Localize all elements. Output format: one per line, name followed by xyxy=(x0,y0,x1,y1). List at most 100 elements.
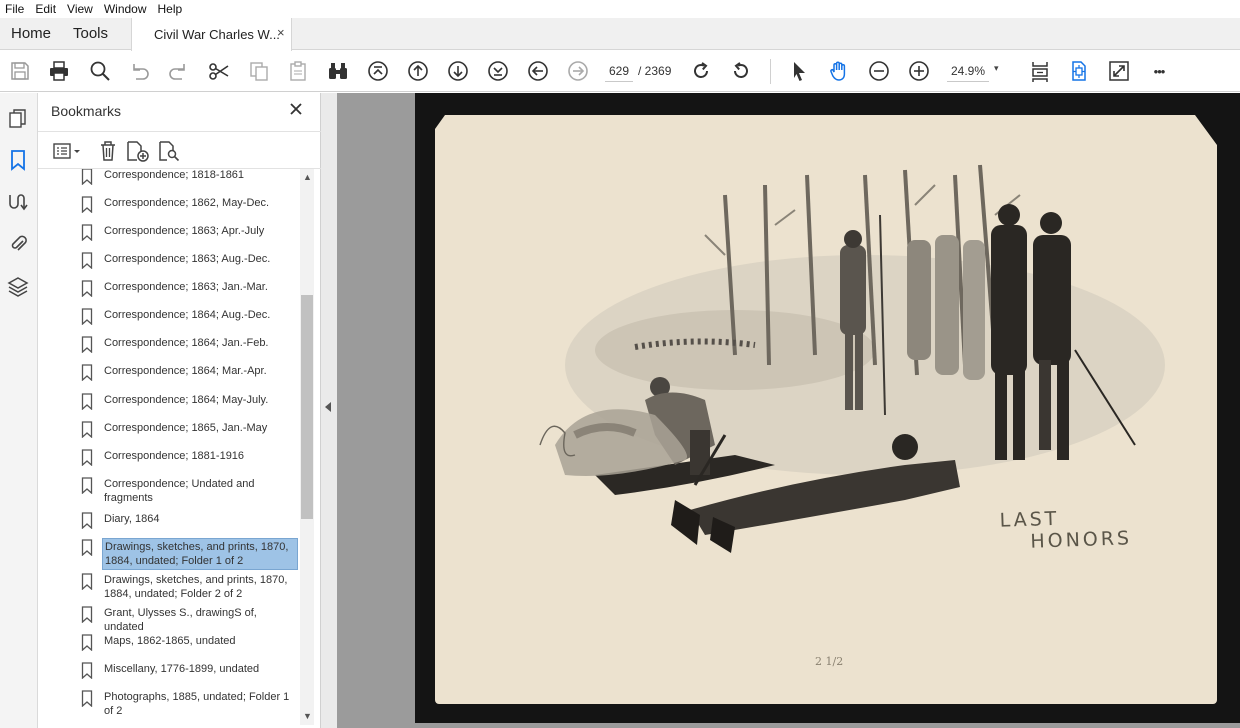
fit-page-icon[interactable] xyxy=(1067,59,1091,83)
zoom-level-input[interactable] xyxy=(947,61,989,82)
bookmarks-panel: Bookmarks Correspondence; 1818-1861 Corre… xyxy=(38,93,321,728)
bookmark-item[interactable]: Photographs, 1885, undated; Folder 1 of … xyxy=(38,685,300,717)
bookmark-icon xyxy=(81,690,93,707)
zoom-dropdown-chevron-icon[interactable]: ▾ xyxy=(994,63,999,74)
more-tools-icon[interactable]: ••• xyxy=(1147,59,1171,83)
menu-file[interactable]: File xyxy=(0,0,30,18)
print-icon[interactable] xyxy=(47,59,71,83)
bookmark-icon xyxy=(81,280,93,297)
delete-bookmark-icon[interactable] xyxy=(95,139,121,163)
drawing-caption: LAST HONORS xyxy=(999,504,1160,554)
bookmark-icon xyxy=(81,196,93,213)
menu-window[interactable]: Window xyxy=(99,0,153,18)
bookmark-item[interactable]: Correspondence; 1863; Apr.-July xyxy=(38,219,300,249)
zoom-out-icon[interactable] xyxy=(867,59,891,83)
bookmark-item[interactable]: Correspondence; 1865, Jan.-May xyxy=(38,416,300,446)
bookmark-label: Drawings, sketches, and prints, 1870, 18… xyxy=(104,574,288,600)
bookmark-item[interactable]: Diary, 1864 xyxy=(38,507,300,537)
scroll-up-chevron-icon[interactable]: ▲ xyxy=(303,172,312,182)
bookmark-item[interactable]: Correspondence; 1864; Mar.-Apr. xyxy=(38,359,300,389)
next-page-icon[interactable] xyxy=(446,59,470,83)
bookmark-icon xyxy=(81,449,93,466)
tab-close-icon[interactable]: × xyxy=(277,25,285,40)
select-tool-icon[interactable] xyxy=(787,59,811,83)
bookmark-label: Photographs, 1885, undated; Folder 1 of … xyxy=(104,691,290,717)
new-bookmark-icon[interactable] xyxy=(125,139,151,163)
next-view-icon[interactable] xyxy=(566,59,590,83)
cut-icon[interactable] xyxy=(207,59,231,83)
page-thumbnails-icon[interactable] xyxy=(6,107,30,131)
page-number-input[interactable] xyxy=(605,61,633,82)
copy-icon[interactable] xyxy=(247,59,271,83)
bookmark-label: Miscellany, 1776-1899, undated xyxy=(104,663,260,675)
bookmarks-list: Correspondence; 1818-1861 Correspondence;… xyxy=(38,169,300,728)
bookmark-icon xyxy=(81,169,93,185)
hand-tool-icon[interactable] xyxy=(827,59,851,83)
bookmarks-panel-title: Bookmarks xyxy=(51,103,122,119)
bookmark-icon xyxy=(81,573,93,590)
bookmark-item[interactable]: Correspondence; 1864; May-July. xyxy=(38,388,300,418)
bookmark-item[interactable]: Correspondence; 1862, May-Dec. xyxy=(38,191,300,221)
previous-page-icon[interactable] xyxy=(406,59,430,83)
bookmarks-scrollbar[interactable]: ▲ ▼ xyxy=(300,169,314,725)
scroll-down-chevron-icon[interactable]: ▼ xyxy=(303,711,312,721)
first-page-icon[interactable] xyxy=(366,59,390,83)
menu-view[interactable]: View xyxy=(62,0,99,18)
bookmark-item[interactable]: Drawings, sketches, and prints, 1870, 18… xyxy=(38,534,300,570)
bookmark-icon xyxy=(81,364,93,381)
full-screen-icon[interactable] xyxy=(1107,59,1131,83)
bookmark-item[interactable]: Drawings, sketches, and prints, 1870, 18… xyxy=(38,568,300,600)
bookmark-options-icon[interactable] xyxy=(51,139,85,163)
bookmark-item[interactable]: Correspondence; 1863; Jan.-Mar. xyxy=(38,275,300,305)
bookmark-item[interactable]: Correspondence; Undated and fragments xyxy=(38,472,300,504)
page-total: / 2369 xyxy=(638,64,672,78)
binoculars-icon[interactable] xyxy=(326,59,350,83)
attachments-icon[interactable] xyxy=(6,231,30,255)
bookmark-label: Correspondence; Undated and fragments xyxy=(104,478,255,504)
scroll-mode-icon[interactable] xyxy=(1028,59,1052,83)
paste-icon[interactable] xyxy=(286,59,310,83)
bookmark-item[interactable]: Maps, 1862-1865, undated xyxy=(38,629,300,659)
bookmark-label: Correspondence; 1862, May-Dec. xyxy=(104,197,270,209)
bookmark-icon xyxy=(81,512,93,529)
panel-splitter[interactable] xyxy=(321,93,337,728)
menu-edit[interactable]: Edit xyxy=(30,0,62,18)
menu-help[interactable]: Help xyxy=(153,0,189,18)
bookmark-label: Correspondence; 1863; Apr.-July xyxy=(104,225,265,237)
zoom-in-icon[interactable] xyxy=(907,59,931,83)
rotate-counterclockwise-icon[interactable] xyxy=(729,59,753,83)
tab-home[interactable]: Home xyxy=(11,25,51,42)
bookmark-label: Correspondence; 1864; Mar.-Apr. xyxy=(104,365,267,377)
bookmark-item[interactable]: Correspondence; 1818-1861 xyxy=(38,169,300,193)
bookmark-item[interactable]: Grant, Ulysses S., drawingS of, undated xyxy=(38,601,300,633)
undo-icon[interactable] xyxy=(127,59,151,83)
collapse-panel-chevron-icon[interactable] xyxy=(325,402,331,412)
signatures-icon[interactable] xyxy=(6,190,30,214)
bookmark-item[interactable]: Correspondence; 1863; Aug.-Dec. xyxy=(38,247,300,277)
bookmark-label: Correspondence; 1818-1861 xyxy=(104,169,245,181)
bookmark-item[interactable]: Correspondence; 1881-1916 xyxy=(38,444,300,474)
bookmark-label: Correspondence; 1865, Jan.-May xyxy=(104,422,268,434)
scrollbar-thumb[interactable] xyxy=(301,295,313,519)
bookmark-label: Correspondence; 1864; May-July. xyxy=(104,394,269,406)
close-icon[interactable] xyxy=(288,101,304,117)
rotate-clockwise-icon[interactable] xyxy=(689,59,713,83)
bookmarks-icon[interactable] xyxy=(6,148,30,172)
document-view[interactable]: LAST HONORS 2 1/2 xyxy=(337,93,1240,728)
save-icon[interactable] xyxy=(8,59,32,83)
bookmark-search-icon[interactable] xyxy=(156,139,182,163)
find-icon[interactable] xyxy=(88,59,112,83)
last-page-icon[interactable] xyxy=(486,59,510,83)
layers-icon[interactable] xyxy=(6,274,30,298)
bookmark-item[interactable]: Miscellany, 1776-1899, undated xyxy=(38,657,300,687)
bookmark-item[interactable]: Correspondence; 1864; Aug.-Dec. xyxy=(38,303,300,333)
redo-icon[interactable] xyxy=(167,59,191,83)
bookmark-label: Correspondence; 1881-1916 xyxy=(104,450,245,462)
tab-tools[interactable]: Tools xyxy=(73,25,108,42)
bookmark-label: Maps, 1862-1865, undated xyxy=(104,635,236,647)
previous-view-icon[interactable] xyxy=(526,59,550,83)
bookmark-item[interactable]: Correspondence; 1864; Jan.-Feb. xyxy=(38,331,300,361)
bookmark-icon xyxy=(81,252,93,269)
tab-document[interactable]: Civil War Charles W... × xyxy=(131,18,292,51)
bookmark-icon xyxy=(81,539,93,556)
